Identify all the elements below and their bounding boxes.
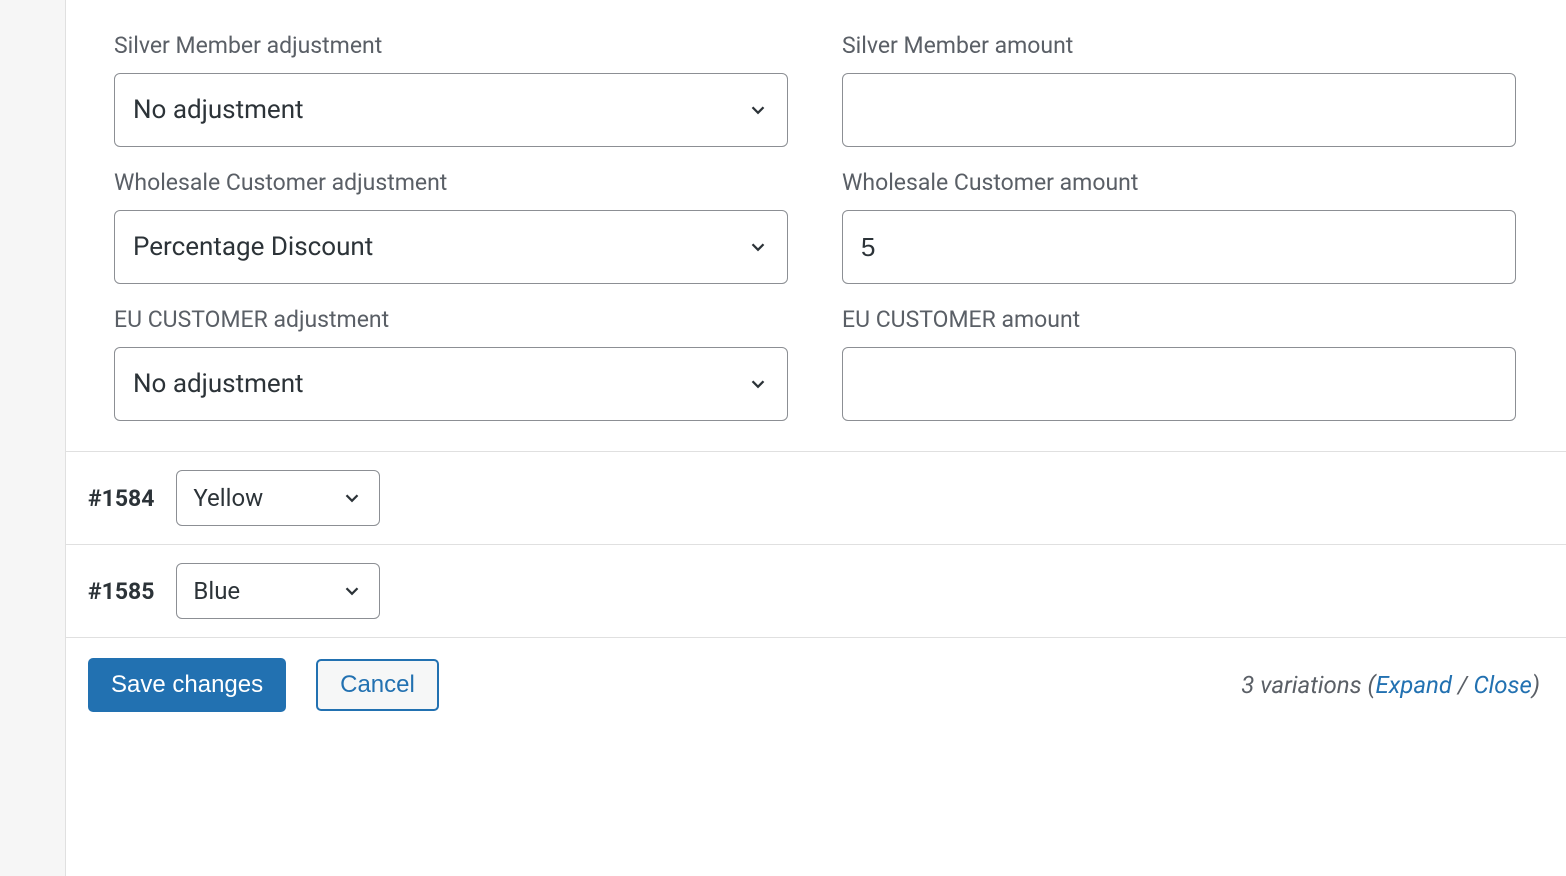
wholesale-amount-label: Wholesale Customer amount bbox=[842, 169, 1516, 196]
eu-amount-input[interactable] bbox=[842, 347, 1516, 421]
paren: ) bbox=[1532, 671, 1540, 699]
variation-count: 3 variations bbox=[1241, 671, 1361, 699]
silver-row: Silver Member adjustment No adjustment S… bbox=[114, 32, 1516, 147]
wholesale-adjustment-value: Percentage Discount bbox=[133, 232, 747, 262]
variation-id: #1584 bbox=[88, 485, 154, 512]
separator: / bbox=[1452, 671, 1473, 699]
eu-row: EU CUSTOMER adjustment No adjustment EU … bbox=[114, 306, 1516, 421]
close-link[interactable]: Close bbox=[1473, 671, 1531, 699]
variation-id: #1585 bbox=[88, 578, 154, 605]
paren: ( bbox=[1368, 671, 1376, 699]
wholesale-amount-col: Wholesale Customer amount bbox=[842, 169, 1516, 284]
silver-adjustment-value: No adjustment bbox=[133, 95, 747, 125]
chevron-down-icon bbox=[747, 236, 769, 258]
silver-adjustment-col: Silver Member adjustment No adjustment bbox=[114, 32, 788, 147]
eu-adjustment-value: No adjustment bbox=[133, 369, 747, 399]
wholesale-adjustment-label: Wholesale Customer adjustment bbox=[114, 169, 788, 196]
wholesale-adjustment-col: Wholesale Customer adjustment Percentage… bbox=[114, 169, 788, 284]
chevron-down-icon bbox=[341, 487, 363, 509]
silver-adjustment-label: Silver Member adjustment bbox=[114, 32, 788, 59]
variation-color-value: Blue bbox=[193, 577, 341, 605]
eu-adjustment-label: EU CUSTOMER adjustment bbox=[114, 306, 788, 333]
wholesale-amount-input[interactable] bbox=[842, 210, 1516, 284]
silver-amount-label: Silver Member amount bbox=[842, 32, 1516, 59]
left-gutter bbox=[0, 0, 66, 876]
expand-link[interactable]: Expand bbox=[1376, 671, 1453, 699]
variation-summary: 3 variations (Expand / Close) bbox=[1241, 671, 1540, 699]
silver-adjustment-select[interactable]: No adjustment bbox=[114, 73, 788, 147]
save-button[interactable]: Save changes bbox=[88, 658, 286, 712]
variation-color-select[interactable]: Yellow bbox=[176, 470, 380, 526]
variation-color-select[interactable]: Blue bbox=[176, 563, 380, 619]
silver-amount-col: Silver Member amount bbox=[842, 32, 1516, 147]
eu-amount-col: EU CUSTOMER amount bbox=[842, 306, 1516, 421]
chevron-down-icon bbox=[341, 580, 363, 602]
wholesale-adjustment-select[interactable]: Percentage Discount bbox=[114, 210, 788, 284]
variation-row[interactable]: #1584 Yellow bbox=[66, 451, 1566, 544]
footer-bar: Save changes Cancel 3 variations (Expand… bbox=[66, 638, 1566, 712]
role-pricing-fields: Silver Member adjustment No adjustment S… bbox=[66, 0, 1566, 451]
page-root: Silver Member adjustment No adjustment S… bbox=[0, 0, 1566, 876]
variation-list: #1584 Yellow #1585 Blue bbox=[66, 451, 1566, 638]
silver-amount-input[interactable] bbox=[842, 73, 1516, 147]
chevron-down-icon bbox=[747, 373, 769, 395]
eu-amount-label: EU CUSTOMER amount bbox=[842, 306, 1516, 333]
variation-color-value: Yellow bbox=[193, 484, 341, 512]
chevron-down-icon bbox=[747, 99, 769, 121]
variation-row[interactable]: #1585 Blue bbox=[66, 544, 1566, 638]
main-content: Silver Member adjustment No adjustment S… bbox=[66, 0, 1566, 876]
eu-adjustment-select[interactable]: No adjustment bbox=[114, 347, 788, 421]
cancel-button[interactable]: Cancel bbox=[316, 659, 439, 711]
wholesale-row: Wholesale Customer adjustment Percentage… bbox=[114, 169, 1516, 284]
eu-adjustment-col: EU CUSTOMER adjustment No adjustment bbox=[114, 306, 788, 421]
